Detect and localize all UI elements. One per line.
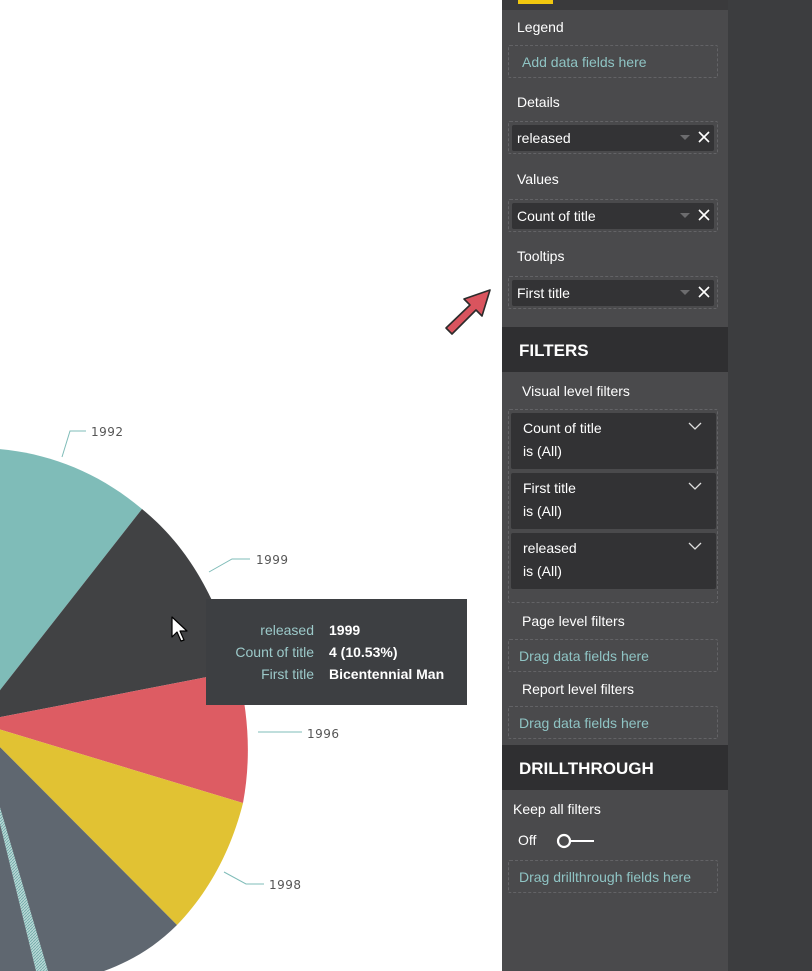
values-well-title: Values xyxy=(517,171,559,187)
filter-state: is (All) xyxy=(523,443,562,459)
close-icon[interactable] xyxy=(697,129,711,145)
toggle-switch-icon[interactable] xyxy=(556,832,596,850)
leader-line-1992 xyxy=(61,430,86,458)
tooltip-row-first-title: First title Bicentennial Man xyxy=(206,666,467,686)
filter-field-name: released xyxy=(523,540,577,556)
tooltips-well-title: Tooltips xyxy=(517,248,565,264)
tooltip-key: First title xyxy=(261,666,314,682)
chevron-down-icon[interactable] xyxy=(688,481,702,491)
tooltips-well: First title xyxy=(508,276,718,309)
slice-label-1998: 1998 xyxy=(269,878,302,892)
drillthrough-header: DRILLTHROUGH xyxy=(502,745,728,790)
active-tab-indicator xyxy=(518,0,553,4)
chevron-down-icon[interactable] xyxy=(688,541,702,551)
filter-field-name: First title xyxy=(523,480,576,496)
close-icon[interactable] xyxy=(697,207,711,223)
field-pill-count-of-title[interactable]: Count of title xyxy=(512,203,714,229)
field-pill-label: First title xyxy=(517,285,570,301)
collapsed-pane-strip xyxy=(728,0,812,971)
filter-card-count-of-title[interactable]: Count of title is (All) xyxy=(511,413,716,469)
filter-card-released[interactable]: released is (All) xyxy=(511,533,716,589)
tooltip-row-released: released 1999 xyxy=(206,622,467,642)
pie-chart[interactable]: 1992 1999 1996 1998 xyxy=(0,0,502,971)
tooltip-value: 1999 xyxy=(329,622,361,638)
tooltip-value: Bicentennial Man xyxy=(329,666,445,682)
filter-card-first-title[interactable]: First title is (All) xyxy=(511,473,716,529)
data-tooltip: released 1999 Count of title 4 (10.53%) … xyxy=(206,599,467,705)
visualizations-pane: Legend Add data fields here Details rele… xyxy=(502,0,728,971)
keep-all-filters-toggle-row: Off xyxy=(518,830,718,850)
details-well-title: Details xyxy=(517,94,560,110)
field-pill-released[interactable]: released xyxy=(512,125,714,151)
slice-label-1992: 1992 xyxy=(91,425,124,439)
filter-field-name: Count of title xyxy=(523,420,602,436)
caret-down-icon[interactable] xyxy=(680,290,690,295)
legend-dropzone[interactable]: Add data fields here xyxy=(508,45,718,78)
report-canvas: 1992 1999 1996 1998 released 1999 Count … xyxy=(0,0,502,971)
tooltip-row-count: Count of title 4 (10.53%) xyxy=(206,644,467,664)
filter-state: is (All) xyxy=(523,563,562,579)
page-level-filters-title: Page level filters xyxy=(522,613,625,629)
tooltip-key: Count of title xyxy=(235,644,314,660)
close-icon[interactable] xyxy=(697,284,711,300)
page-filters-dropzone[interactable]: Drag data fields here xyxy=(508,639,718,672)
caret-down-icon[interactable] xyxy=(680,213,690,218)
chevron-down-icon[interactable] xyxy=(688,421,702,431)
tooltip-key: released xyxy=(260,622,314,638)
filters-header: FILTERS xyxy=(502,327,728,372)
tooltip-value: 4 (10.53%) xyxy=(329,644,398,660)
visual-level-filters-title: Visual level filters xyxy=(522,383,630,399)
details-well: released xyxy=(508,121,718,154)
keep-all-filters-label: Keep all filters xyxy=(513,801,601,817)
toggle-state-label: Off xyxy=(518,832,537,848)
slice-label-1996: 1996 xyxy=(307,727,340,741)
leader-line-1998 xyxy=(223,871,264,885)
field-pill-label: Count of title xyxy=(517,208,596,224)
mouse-pointer-icon xyxy=(171,616,188,642)
filter-state: is (All) xyxy=(523,503,562,519)
drillthrough-dropzone[interactable]: Drag drillthrough fields here xyxy=(508,860,718,893)
leader-line-1999 xyxy=(208,558,250,573)
caret-down-icon[interactable] xyxy=(680,135,690,140)
legend-well-title: Legend xyxy=(517,19,564,35)
red-arrow-icon xyxy=(445,289,491,335)
visual-filters-well: Count of title is (All) First title is (… xyxy=(508,409,718,603)
report-filters-dropzone[interactable]: Drag data fields here xyxy=(508,706,718,739)
field-pill-first-title[interactable]: First title xyxy=(512,280,714,306)
field-pill-label: released xyxy=(517,130,571,146)
slice-label-1999: 1999 xyxy=(256,553,289,567)
values-well: Count of title xyxy=(508,199,718,232)
report-level-filters-title: Report level filters xyxy=(522,681,635,697)
